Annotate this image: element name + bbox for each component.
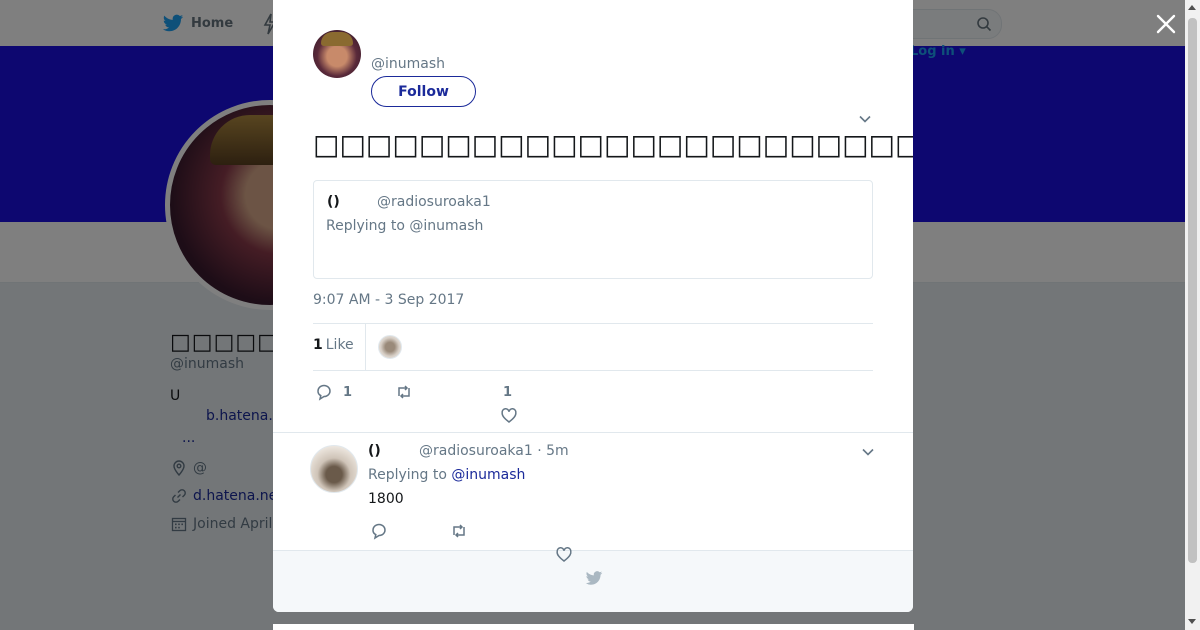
reply-author-handle[interactable]: @radiosuroaka1 · 5m (419, 443, 569, 459)
liker-avatar[interactable] (378, 335, 402, 359)
likes-label: Like (325, 337, 354, 353)
close-button[interactable] (1152, 10, 1180, 38)
reply-icon (317, 384, 331, 401)
reply-retweet-action[interactable] (450, 522, 468, 540)
reply-chevron-down-icon[interactable] (861, 445, 875, 459)
scroll-up-arrow-icon[interactable] (1188, 5, 1196, 10)
replying-prefix: Replying to (368, 467, 452, 483)
scroll-thumb[interactable] (1188, 18, 1197, 563)
like-count: 1 (503, 385, 513, 400)
next-modal-edge (273, 624, 914, 630)
like-action[interactable] (500, 407, 518, 425)
tweet-stats: 1 Like (313, 323, 873, 371)
heart-icon (556, 547, 572, 562)
retweet-icon (398, 385, 410, 399)
tweet-modal: @inumash Follow □□□□□□□□□□□□□□□□□□□□□□□□… (273, 0, 913, 612)
stats-divider (365, 324, 366, 370)
close-icon (1156, 14, 1176, 34)
reply-divider (273, 432, 913, 433)
reply-action[interactable]: 1 (315, 383, 352, 401)
heart-icon (501, 408, 517, 423)
reply-author-avatar[interactable] (310, 445, 358, 493)
author-avatar[interactable] (313, 30, 361, 78)
reply-author-name[interactable]: () (368, 443, 381, 459)
reply-reply-action[interactable] (370, 522, 388, 540)
reply-like-action[interactable] (555, 546, 573, 564)
follow-button[interactable]: Follow (371, 76, 476, 107)
reply-replying-to: Replying to @inumash (368, 467, 525, 483)
page-scrollbar[interactable] (1185, 0, 1200, 630)
quoted-author-handle: @radiosuroaka1 (377, 194, 491, 210)
retweet-icon (453, 524, 465, 538)
chevron-down-icon[interactable] (858, 112, 872, 126)
likes-count: 1 (313, 337, 323, 353)
tweet-timestamp[interactable]: 9:07 AM - 3 Sep 2017 (313, 292, 464, 308)
quoted-tweet[interactable]: () @radiosuroaka1 Replying to @inumash (313, 180, 873, 279)
modal-footer (273, 550, 913, 612)
quoted-author-name: () (327, 194, 340, 210)
reply-count: 1 (343, 384, 353, 400)
author-handle[interactable]: @inumash (371, 56, 445, 72)
likes-stat[interactable]: 1 Like (313, 337, 354, 353)
retweet-action[interactable] (395, 383, 413, 401)
scroll-down-arrow-icon[interactable] (1188, 619, 1196, 624)
twitter-bird-icon (585, 571, 603, 585)
tweet-text: □□□□□□□□□□□□□□□□□□□□□□□□□□□□□□□□ (313, 128, 913, 161)
reply-text: 1800 (368, 491, 404, 507)
quoted-replying-to: Replying to @inumash (326, 218, 484, 234)
reply-icon (372, 523, 386, 540)
replying-handle-link[interactable]: @inumash (451, 467, 525, 483)
avatar-hat (321, 32, 353, 46)
